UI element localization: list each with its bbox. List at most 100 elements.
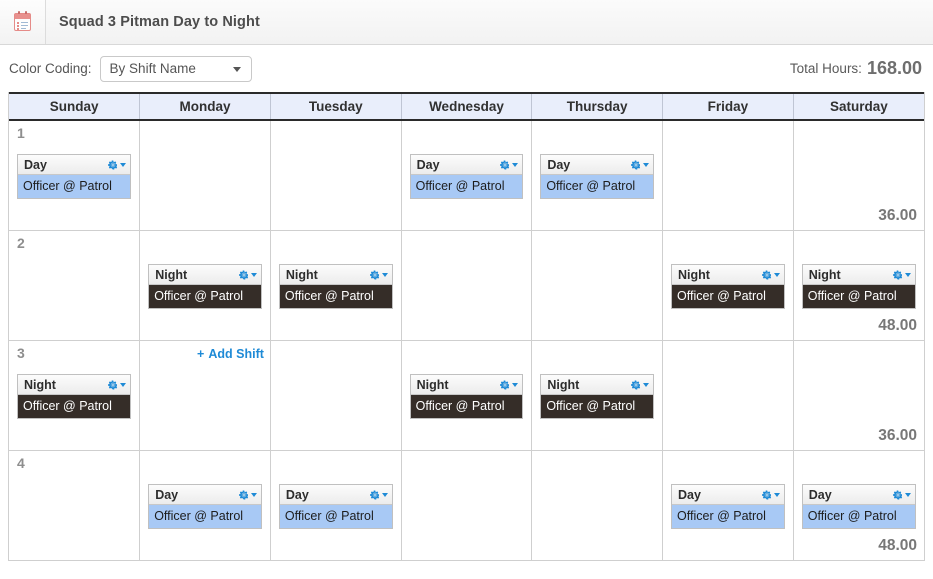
gear-icon[interactable] [108, 160, 118, 170]
gear-icon[interactable] [631, 160, 641, 170]
shift-block[interactable]: Night Officer @ Patrol [540, 374, 655, 419]
calendar-cell[interactable]: 36.00 [793, 120, 924, 231]
gear-icon[interactable] [108, 380, 118, 390]
chevron-down-icon[interactable] [643, 382, 650, 387]
shift-block[interactable]: Day Officer @ Patrol [540, 154, 655, 199]
window-titlebar: Squad 3 Pitman Day to Night [0, 0, 933, 45]
gear-icon[interactable] [238, 490, 249, 500]
calendar-cell[interactable]: Day Officer @ Patrol [270, 450, 402, 560]
shift-menu-button[interactable] [500, 380, 519, 390]
page-title: Squad 3 Pitman Day to Night [59, 14, 260, 30]
chevron-down-icon[interactable] [381, 272, 388, 277]
gear-icon[interactable] [369, 490, 380, 500]
add-shift-button[interactable]: + Add Shift [197, 347, 264, 361]
calendar-cell[interactable]: Night Officer @ Patrol [401, 340, 533, 451]
calendar-cell[interactable]: 4 [9, 450, 141, 560]
shift-menu-button[interactable] [500, 160, 519, 170]
shift-block[interactable]: Night Officer @ Patrol [671, 264, 785, 309]
calendar-cell[interactable]: Day Officer @ Patrol 48.00 [793, 450, 924, 560]
shift-block-header: Day [541, 155, 654, 175]
shift-block[interactable]: Night Officer @ Patrol [409, 374, 524, 419]
chevron-down-icon[interactable] [773, 492, 780, 497]
column-header-friday: Friday [662, 92, 794, 121]
calendar-cell[interactable] [270, 340, 402, 451]
shift-name: Night [155, 267, 188, 282]
chevron-down-icon[interactable] [773, 272, 780, 277]
calendar-cell[interactable] [531, 230, 664, 341]
gear-icon[interactable] [893, 490, 903, 500]
chevron-down-icon[interactable] [120, 162, 127, 167]
shift-menu-button[interactable] [631, 380, 650, 390]
shift-block[interactable]: Night Officer @ Patrol [148, 264, 262, 309]
shift-menu-button[interactable] [108, 380, 127, 390]
shift-menu-button[interactable] [761, 270, 780, 280]
calendar-cell[interactable]: Night Officer @ Patrol [662, 230, 794, 341]
shift-block[interactable]: Day Officer @ Patrol [671, 484, 785, 529]
total-hours-label: Total Hours: [789, 61, 862, 76]
calendar-cell[interactable] [662, 340, 794, 451]
chevron-down-icon[interactable] [512, 382, 519, 387]
calendar-cell[interactable]: Night Officer @ Patrol 48.00 [793, 230, 924, 341]
column-header-thursday: Thursday [531, 92, 664, 121]
shift-menu-button[interactable] [369, 490, 388, 500]
chevron-down-icon[interactable] [250, 492, 257, 497]
calendar-cell[interactable] [401, 450, 533, 560]
calendar-cell[interactable]: + Add Shift [139, 340, 271, 451]
shift-menu-button[interactable] [893, 490, 911, 500]
calendar-cell[interactable] [401, 230, 533, 341]
table-header-row: Sunday Monday Tuesday Wednesday Thursday Frid… [9, 92, 924, 121]
gear-icon[interactable] [238, 270, 249, 280]
gear-icon[interactable] [631, 380, 641, 390]
calendar-cell[interactable]: 1 Day Officer @ Patrol [9, 120, 141, 231]
calendar-cell[interactable] [270, 120, 402, 231]
week-hours-total: 36.00 [878, 427, 917, 444]
gear-icon[interactable] [500, 380, 510, 390]
color-coding-select[interactable]: By Shift Name [99, 55, 252, 82]
shift-block[interactable]: Day Officer @ Patrol [278, 484, 393, 529]
chevron-down-icon[interactable] [120, 382, 127, 387]
chevron-down-icon[interactable] [512, 162, 519, 167]
shift-block-header: Night [672, 265, 784, 285]
shift-menu-button[interactable] [108, 160, 127, 170]
calendar-cell[interactable] [139, 120, 271, 231]
gear-icon[interactable] [893, 270, 903, 280]
total-hours-value: 168.00 [866, 58, 922, 78]
shift-block[interactable]: Day Officer @ Patrol [801, 484, 916, 529]
calendar-cell[interactable]: 36.00 [793, 340, 924, 451]
shift-menu-button[interactable] [238, 270, 257, 280]
gear-icon[interactable] [369, 270, 380, 280]
calendar-cell[interactable]: Night Officer @ Patrol [531, 340, 664, 451]
shift-block[interactable]: Night Officer @ Patrol [801, 264, 916, 309]
shift-block-header: Night [802, 265, 915, 285]
chevron-down-icon[interactable] [250, 272, 257, 277]
calendar-cell[interactable] [662, 120, 794, 231]
shift-menu-button[interactable] [761, 490, 780, 500]
shift-menu-button[interactable] [631, 160, 650, 170]
calendar-cell[interactable] [531, 450, 664, 560]
gear-icon[interactable] [500, 160, 510, 170]
calendar-cell[interactable]: Day Officer @ Patrol [401, 120, 533, 231]
gear-icon[interactable] [761, 490, 772, 500]
calendar-cell[interactable]: 2 [9, 230, 141, 341]
shift-menu-button[interactable] [893, 270, 911, 280]
shift-menu-button[interactable] [238, 490, 257, 500]
shift-block[interactable]: Night Officer @ Patrol [278, 264, 393, 309]
shift-block[interactable]: Day Officer @ Patrol [409, 154, 524, 199]
color-coding-value: By Shift Name [109, 61, 196, 76]
shift-name: Night [285, 267, 318, 282]
shift-block[interactable]: Day Officer @ Patrol [148, 484, 262, 529]
chevron-down-icon[interactable] [905, 272, 911, 277]
calendar-cell[interactable]: Day Officer @ Patrol [139, 450, 271, 560]
shift-block[interactable]: Day Officer @ Patrol [17, 154, 132, 199]
calendar-cell[interactable]: Day Officer @ Patrol [662, 450, 794, 560]
shift-menu-button[interactable] [369, 270, 388, 280]
gear-icon[interactable] [761, 270, 772, 280]
calendar-cell[interactable]: 3 Night Officer @ Patrol [9, 340, 141, 451]
chevron-down-icon[interactable] [381, 492, 388, 497]
calendar-cell[interactable]: Night Officer @ Patrol [139, 230, 271, 341]
shift-block[interactable]: Night Officer @ Patrol [17, 374, 132, 419]
chevron-down-icon[interactable] [643, 162, 650, 167]
chevron-down-icon[interactable] [905, 492, 911, 497]
calendar-cell[interactable]: Day Officer @ Patrol [531, 120, 664, 231]
calendar-cell[interactable]: Night Officer @ Patrol [270, 230, 402, 341]
